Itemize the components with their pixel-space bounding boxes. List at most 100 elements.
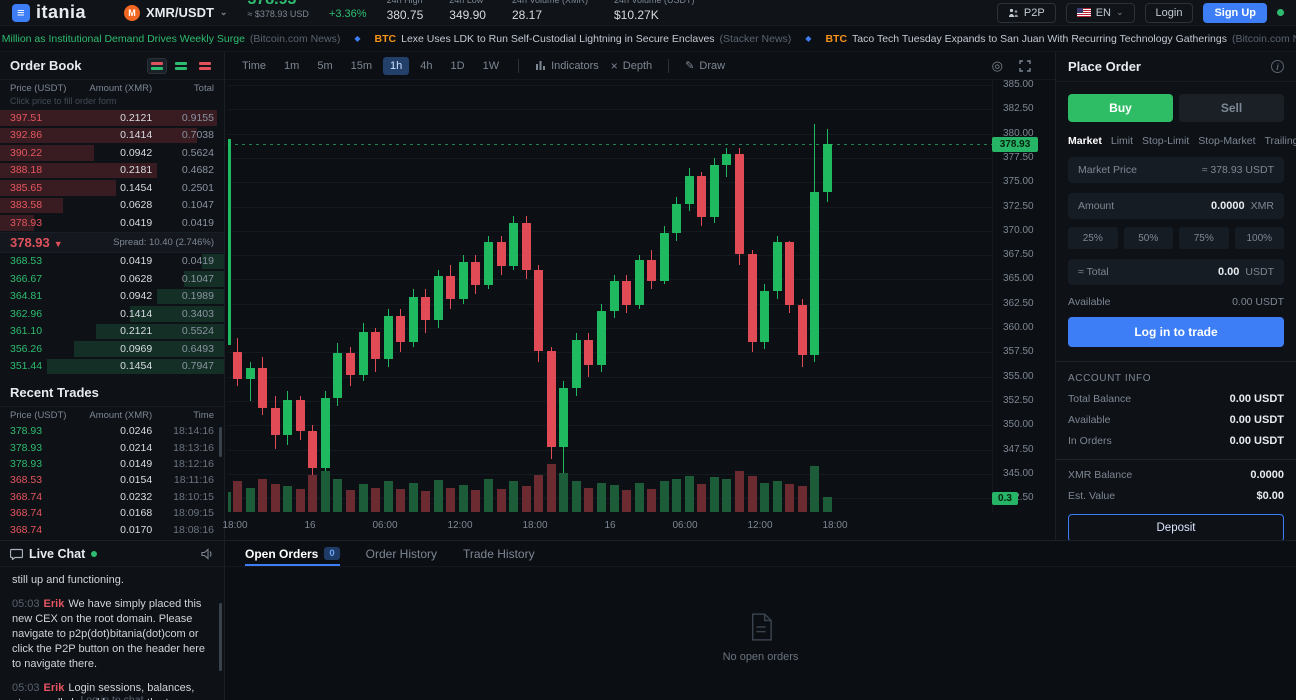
chat-scrollbar[interactable] xyxy=(219,603,222,671)
news-item[interactable]: BTCLexe Uses LDK to Run Self-Custodial L… xyxy=(375,33,792,45)
orderbook-mode-both-icon[interactable] xyxy=(148,59,166,73)
ask-row[interactable]: 390.220.09420.5624 xyxy=(0,144,224,162)
percent-button-50[interactable]: 50% xyxy=(1124,227,1174,249)
news-item[interactable]: BTCTaco Tech Tuesday Expands to San Juan… xyxy=(825,33,1296,45)
asset-balance-rows: XMR Balance0.0000Est. Value$0.00 xyxy=(1068,469,1284,502)
stat-label: 24h High xyxy=(387,0,424,6)
candle xyxy=(672,204,681,233)
stat-label: 24h Volume (XMR) xyxy=(512,0,588,6)
tab-label: Open Orders xyxy=(245,547,318,561)
candle xyxy=(522,223,531,270)
bid-row[interactable]: 351.440.14540.7947 xyxy=(0,358,224,376)
candle xyxy=(785,242,794,304)
candle xyxy=(773,242,782,291)
pair-selector[interactable]: M XMR/USDT ⌄ xyxy=(124,5,227,21)
candle xyxy=(246,368,255,379)
chat-timestamp: 05:03 xyxy=(12,682,40,694)
candle xyxy=(258,368,267,408)
time-axis[interactable]: 18:001606:0012:0018:001606:0012:0018:00 xyxy=(225,514,992,538)
chart-settings-icon[interactable]: ◎ xyxy=(992,58,1003,74)
tab-open-orders[interactable]: Open Orders0 xyxy=(245,541,340,566)
timeframe-1W[interactable]: 1W xyxy=(476,57,507,75)
sound-icon[interactable] xyxy=(201,548,214,560)
buy-tab[interactable]: Buy xyxy=(1068,94,1173,122)
timeframe-5m[interactable]: 5m xyxy=(310,57,339,75)
candle xyxy=(308,431,317,468)
last-trade-price: 378.93 xyxy=(10,235,50,250)
indicators-button[interactable]: Indicators xyxy=(531,60,603,72)
fullscreen-icon[interactable] xyxy=(1019,60,1031,72)
ask-row[interactable]: 388.180.21810.4682 xyxy=(0,162,224,180)
account-row: Available0.00 USDT xyxy=(1068,414,1284,426)
order-type-limit[interactable]: Limit xyxy=(1111,135,1133,147)
language-selector[interactable]: EN ⌄ xyxy=(1066,3,1135,23)
orderbook-mode-bids-icon[interactable] xyxy=(172,59,190,73)
ask-row[interactable]: 397.510.21210.9155 xyxy=(0,109,224,127)
tab-trade-history[interactable]: Trade History xyxy=(463,541,535,566)
candle xyxy=(660,233,669,282)
tab-order-history[interactable]: Order History xyxy=(366,541,437,566)
market-price-field[interactable]: Market Price ≈ 378.93 USDT xyxy=(1068,157,1284,183)
volume-bar xyxy=(647,489,656,512)
total-cell: 0.7038 xyxy=(152,129,214,141)
time-tick: 06:00 xyxy=(372,520,397,531)
account-row-label: XMR Balance xyxy=(1068,469,1132,481)
order-type-stop-limit[interactable]: Stop-Limit xyxy=(1142,135,1189,147)
timeframe-4h[interactable]: 4h xyxy=(413,57,439,75)
login-button[interactable]: Login xyxy=(1145,3,1194,23)
bid-row[interactable]: 364.810.09420.1989 xyxy=(0,288,224,306)
chat-login-link[interactable]: Log in to chat xyxy=(0,694,224,700)
ask-row[interactable]: 385.650.14540.2501 xyxy=(0,179,224,197)
percent-button-100[interactable]: 100% xyxy=(1235,227,1285,249)
login-to-trade-button[interactable]: Log in to trade xyxy=(1068,317,1284,347)
timeframe-1h[interactable]: 1h xyxy=(383,57,409,75)
bid-row[interactable]: 368.530.04190.0419 xyxy=(0,253,224,271)
bid-row[interactable]: 362.960.14140.3403 xyxy=(0,305,224,323)
percent-button-25[interactable]: 25% xyxy=(1068,227,1118,249)
gridline xyxy=(228,377,992,378)
news-item[interactable]: 7 Million as Institutional Demand Drives… xyxy=(0,33,340,45)
bid-row[interactable]: 356.260.09690.6493 xyxy=(0,340,224,358)
timeframe-15m[interactable]: 15m xyxy=(344,57,379,75)
account-row-label: Est. Value xyxy=(1068,490,1115,502)
brand-logo[interactable]: ≡ itania xyxy=(12,2,86,23)
tab-label: Trade History xyxy=(463,547,535,561)
draw-button[interactable]: ✎ Draw xyxy=(681,59,729,72)
amount-cell: 0.2121 xyxy=(78,112,152,124)
timeframe-1m[interactable]: 1m xyxy=(277,57,306,75)
ask-row[interactable]: 392.860.14140.7038 xyxy=(0,127,224,145)
orderbook-view-modes xyxy=(148,59,214,73)
order-type-trailing stop[interactable]: Trailing Stop xyxy=(1264,135,1296,147)
ask-row[interactable]: 383.580.06280.1047 xyxy=(0,197,224,215)
candlestick-plot[interactable] xyxy=(228,80,992,512)
price-tick: 370.00 xyxy=(1003,225,1034,236)
ask-row[interactable]: 378.930.04190.0419 xyxy=(0,214,224,232)
percent-button-75[interactable]: 75% xyxy=(1179,227,1229,249)
p2p-button[interactable]: P2P xyxy=(997,3,1056,23)
depth-button[interactable]: × Depth xyxy=(607,59,656,73)
trade-price: 378.93 xyxy=(10,425,78,437)
stat-label: 24h Low xyxy=(449,0,486,6)
bid-row[interactable]: 361.100.21210.5524 xyxy=(0,323,224,341)
signup-button[interactable]: Sign Up xyxy=(1203,3,1267,23)
total-field[interactable]: ≈ Total 0.00USDT xyxy=(1068,259,1284,285)
price-cell: 364.81 xyxy=(10,290,78,302)
orderbook-mode-asks-icon[interactable] xyxy=(196,59,214,73)
sell-tab[interactable]: Sell xyxy=(1179,94,1284,122)
info-icon[interactable]: i xyxy=(1271,60,1284,73)
volume-bar xyxy=(371,488,380,512)
total-cell: 0.1047 xyxy=(152,199,214,211)
chat-messages[interactable]: still up and functioning.05:03ErikWe hav… xyxy=(0,567,224,700)
trades-scrollbar[interactable] xyxy=(219,427,222,457)
order-type-market[interactable]: Market xyxy=(1068,135,1102,147)
deposit-button[interactable]: Deposit xyxy=(1068,514,1284,542)
total-cell: 0.3403 xyxy=(152,308,214,320)
chat-username: Erik xyxy=(44,598,65,610)
bid-row[interactable]: 366.670.06280.1047 xyxy=(0,270,224,288)
order-type-stop-market[interactable]: Stop-Market xyxy=(1198,135,1255,147)
amount-field[interactable]: Amount 0.0000XMR xyxy=(1068,193,1284,219)
candle xyxy=(434,276,443,321)
timeframe-1D[interactable]: 1D xyxy=(444,57,472,75)
candle xyxy=(271,408,280,435)
trade-time: 18:11:16 xyxy=(152,474,214,486)
